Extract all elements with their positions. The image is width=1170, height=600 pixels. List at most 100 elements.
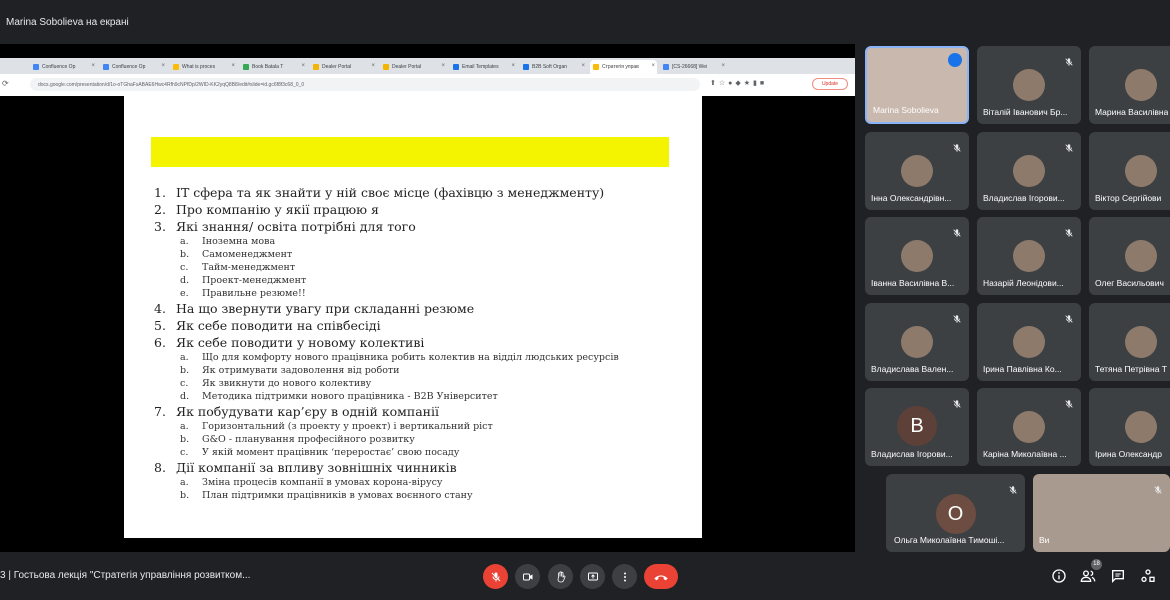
info-icon[interactable] [1051,568,1067,584]
outline-subitem: a. Горизонтальний (з проекту у проект) і … [154,420,694,433]
tab-close-icon[interactable]: × [91,63,95,69]
slide-title-highlight [151,137,669,167]
avatar [1125,326,1157,358]
leave-call-button[interactable] [644,564,678,589]
browser-window: Confluence Op × Confluence Op × What is proc… [0,58,855,96]
outline-subnumber: b. [180,434,190,445]
participant-tile[interactable]: Marina Sobolieva [865,46,969,124]
participant-tile[interactable]: Назарій Леонідови... [977,217,1081,295]
avatar [1013,240,1045,272]
tab-close-icon[interactable]: × [231,63,235,69]
outline-subitem: c. Тайм-менеджмент [154,261,694,274]
browser-tab[interactable]: B2B Soft Organ × [520,60,587,74]
participant-name: Ірина Павлівна Ко... [983,364,1062,374]
tab-label: Стратегія управ [602,64,639,70]
outline-subtext: Правильне резюме!! [202,288,306,299]
tab-close-icon[interactable]: × [581,63,585,69]
tab-close-icon[interactable]: × [371,63,375,69]
participant-name: Віктор Сергійови [1095,193,1162,203]
browser-tab[interactable]: Dealer Portal × [380,60,447,74]
camera-icon [522,573,532,580]
outline-item: 7. Як побудувати кар’єру в одній компанії [154,403,694,420]
participant-tile[interactable]: Каріна Миколаївна ... [977,388,1081,466]
camera-button[interactable] [515,564,540,589]
avatar [901,155,933,187]
reload-icon[interactable]: ⟳ [2,79,9,88]
people-icon[interactable] [1080,568,1096,584]
participant-name: Тетяна Петрівна Т [1095,364,1167,374]
participant-tile[interactable]: Ірина Олександр [1089,388,1170,466]
more-options-button[interactable] [612,564,637,589]
outline-number: 3. [154,219,166,234]
participant-tile[interactable]: Віктор Сергійови [1089,132,1170,210]
participant-tile[interactable]: Ірина Павлівна Ко... [977,303,1081,381]
tab-close-icon[interactable]: × [161,63,165,69]
outline-subnumber: a. [180,421,189,432]
participant-tile[interactable]: Олег Васильович [1089,217,1170,295]
outline-number: 5. [154,318,166,333]
outline-subnumber: a. [180,352,189,363]
mic-muted-icon [952,311,962,323]
browser-tab[interactable]: Стратегія управ × [590,60,657,74]
outline-item: 2. Про компанію у якії працюю я [154,201,694,218]
participant-name: Марина Василівна [1095,107,1169,117]
mic-muted-icon [952,140,962,152]
mic-muted-icon [1153,482,1163,494]
outline-subtext: G&O - планування професійного розвитку [202,434,415,445]
tab-close-icon[interactable]: × [301,63,305,69]
participant-tile[interactable]: В Владислав Ігорови... [865,388,969,466]
outline-item: 5. Як себе поводити на співбесіді [154,317,694,334]
browser-tab[interactable]: Confluence Op × [30,60,97,74]
browser-tab[interactable]: What is proces × [170,60,237,74]
mic-muted-icon [952,396,962,408]
tab-label: Dealer Portal [392,64,422,70]
participant-tile[interactable]: Владислава Вален... [865,303,969,381]
mic-muted-icon [1064,54,1074,66]
present-button[interactable] [580,564,605,589]
participant-tile[interactable]: Віталій Іванович Бр... [977,46,1081,124]
participant-tile[interactable]: Тетяна Петрівна Т [1089,303,1170,381]
participant-name: Ірина Олександр [1095,449,1162,459]
extension-icons[interactable]: ⬆☆●◆★▮■ [710,79,767,87]
tab-label: Confluence Op [42,64,76,70]
outline-subitem: b. Як отримувати задоволення від роботи [154,364,694,377]
browser-tab[interactable]: Book Batala T × [240,60,307,74]
tab-close-icon[interactable]: × [441,63,445,69]
avatar [1013,411,1045,443]
outline-item: 3. Які знання/ освіта потрібні для того [154,218,694,235]
outline-item: 8. Дії компанії за впливу зовнішніх чинни… [154,459,694,476]
update-button[interactable]: Update [812,78,848,90]
tab-favicon-icon [243,64,249,70]
avatar [1125,69,1157,101]
url-field[interactable]: docs.google.com/presentation/d/1o-oTGhaF… [30,78,700,91]
browser-tab[interactable]: Confluence Op × [100,60,167,74]
participant-tile[interactable]: Марина Василівна [1089,46,1170,124]
participant-tile[interactable]: О Ольга Миколаївна Тимоші... [886,474,1025,552]
mic-off-button[interactable] [483,564,508,589]
outline-subnumber: d. [180,275,190,286]
browser-tab[interactable]: Dealer Portal × [310,60,377,74]
outline-subtext: Що для комфорту нового працівника робить… [202,352,619,363]
tab-close-icon[interactable]: × [511,63,515,69]
outline-number: 8. [154,460,166,475]
tab-close-icon[interactable]: × [651,63,655,69]
browser-tab[interactable]: Email Templates × [450,60,517,74]
outline-text: Дії компанії за впливу зовнішніх чинникі… [176,460,457,475]
participant-tile[interactable]: Ви [1033,474,1170,552]
tab-close-icon[interactable]: × [721,63,725,69]
chat-icon[interactable] [1110,568,1126,584]
avatar [1125,411,1157,443]
activities-icon[interactable] [1140,568,1156,584]
outline-subitem: b. Самоменеджмент [154,248,694,261]
participant-tile[interactable]: Іванна Василівна В... [865,217,969,295]
outline-subitem: e. Правильне резюме!! [154,287,694,300]
outline-number: 7. [154,404,166,419]
outline-subnumber: d. [180,391,190,402]
browser-tab[interactable]: [CS-26668] Wei × [660,60,727,74]
participant-tile[interactable]: Владислав Ігорови... [977,132,1081,210]
outline-subnumber: c. [180,378,189,389]
outline-subnumber: a. [180,236,189,247]
participant-tile[interactable]: Інна Олександрівн... [865,132,969,210]
outline-text: Як себе поводити у новому колективі [176,335,425,350]
raise-hand-button[interactable] [548,564,573,589]
